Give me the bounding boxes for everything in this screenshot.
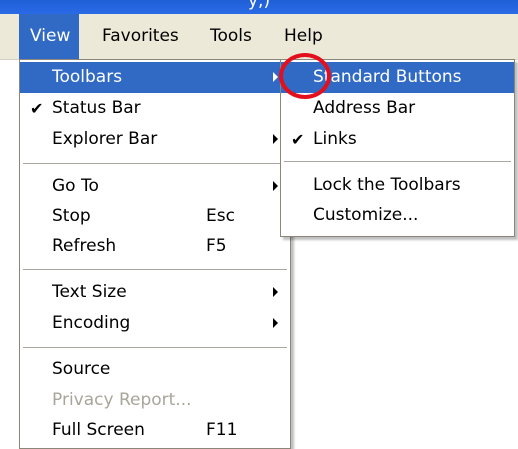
menu-item-label: Privacy Report... xyxy=(52,390,192,410)
view-menu-item-source[interactable]: Source xyxy=(20,354,290,385)
submenu-arrow-icon xyxy=(273,134,278,144)
view-menu-item-full-screen[interactable]: Full Screen F11 xyxy=(20,415,290,446)
view-menu-item-status-bar[interactable]: ✔ Status Bar xyxy=(20,93,290,124)
menu-view-label: View xyxy=(30,26,71,46)
view-menu-item-explorer-bar[interactable]: Explorer Bar xyxy=(20,124,290,155)
menu-item-label: Encoding xyxy=(52,313,131,333)
menu-favorites-label: Favorites xyxy=(102,26,179,46)
menu-tools[interactable]: Tools xyxy=(210,14,252,59)
menu-item-label: Customize... xyxy=(313,205,419,225)
menu-item-label: Toolbars xyxy=(52,67,123,87)
check-icon: ✔ xyxy=(30,99,44,118)
menu-view[interactable]: View xyxy=(19,14,79,59)
menu-item-shortcut: Esc xyxy=(206,206,235,226)
menu-item-shortcut: F11 xyxy=(206,420,238,440)
menu-bar: View Favorites Tools Help xyxy=(0,14,518,60)
view-menu-item-toolbars[interactable]: Toolbars xyxy=(20,62,290,93)
check-icon: ✔ xyxy=(291,130,305,149)
view-menu-item-encoding[interactable]: Encoding xyxy=(20,308,290,339)
menu-item-label: Stop xyxy=(52,206,91,226)
menu-favorites[interactable]: Favorites xyxy=(102,14,179,59)
submenu-arrow-icon xyxy=(273,318,278,328)
menu-item-label: Go To xyxy=(52,176,99,196)
menu-item-label: Address Bar xyxy=(313,98,416,118)
menu-item-label: Lock the Toolbars xyxy=(313,175,461,195)
toolbars-item-address-bar[interactable]: Address Bar xyxy=(281,93,514,124)
menu-separator xyxy=(23,163,287,165)
menu-item-label: Status Bar xyxy=(52,98,141,118)
menu-item-label: Refresh xyxy=(52,236,117,256)
title-bar-text: y,) xyxy=(248,0,271,11)
submenu-arrow-icon xyxy=(273,181,278,191)
menu-item-shortcut: F5 xyxy=(206,236,227,256)
menu-item-label: Explorer Bar xyxy=(52,129,158,149)
view-menu-item-text-size[interactable]: Text Size xyxy=(20,277,290,308)
menu-separator xyxy=(23,269,287,271)
view-menu: Toolbars ✔ Status Bar Explorer Bar Go To… xyxy=(19,59,291,449)
menu-item-label: Full Screen xyxy=(52,420,145,440)
menu-item-label: Standard Buttons xyxy=(313,67,462,87)
menu-separator xyxy=(23,347,287,349)
submenu-arrow-icon xyxy=(273,287,278,297)
highlight-circle-annotation xyxy=(279,53,331,99)
menu-item-label: Source xyxy=(52,359,111,379)
title-bar: y,) xyxy=(0,0,518,14)
toolbars-item-customize[interactable]: Customize... xyxy=(281,200,514,231)
menu-item-label: Text Size xyxy=(52,282,127,302)
view-menu-item-privacy-report: Privacy Report... xyxy=(20,385,290,416)
submenu-arrow-icon xyxy=(273,72,278,82)
menu-tools-label: Tools xyxy=(210,26,252,46)
toolbars-item-links[interactable]: ✔ Links xyxy=(281,124,514,155)
view-menu-item-refresh[interactable]: Refresh F5 xyxy=(20,231,290,262)
menu-item-label: Links xyxy=(313,129,357,149)
view-menu-item-stop[interactable]: Stop Esc xyxy=(20,201,290,232)
menu-help-label: Help xyxy=(284,26,323,46)
toolbars-item-lock-toolbars[interactable]: Lock the Toolbars xyxy=(281,170,514,201)
view-menu-item-go-to[interactable]: Go To xyxy=(20,171,290,202)
menu-separator xyxy=(284,161,511,163)
